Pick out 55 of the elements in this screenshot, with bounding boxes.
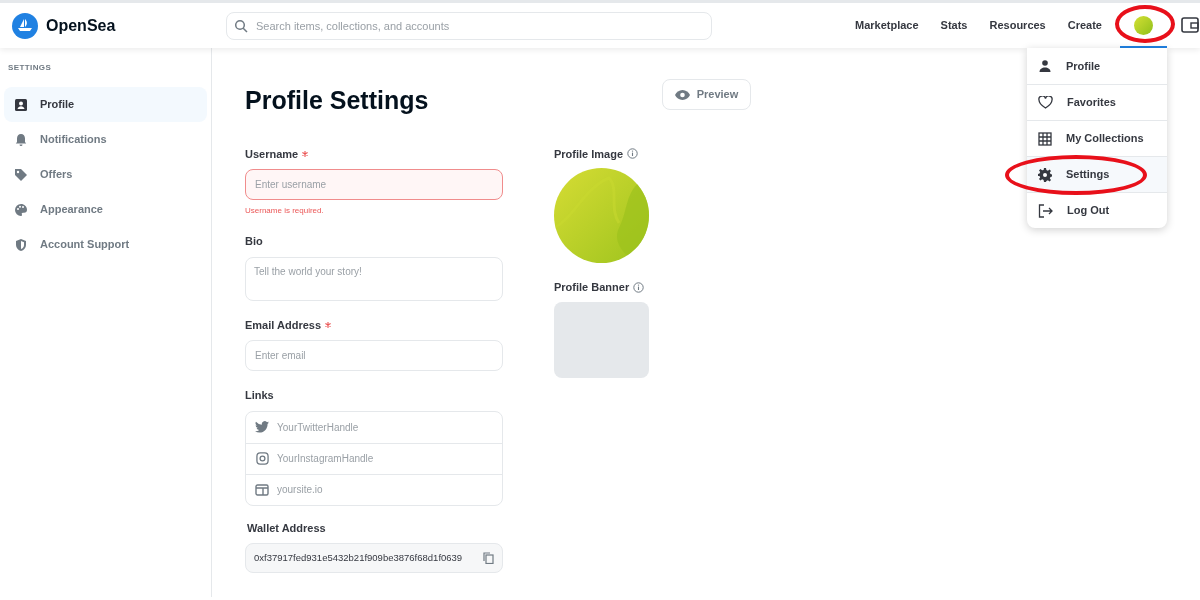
email-field[interactable]: Enter email [245,340,503,371]
menu-item[interactable]: Favorites [1027,84,1167,120]
link-field[interactable]: YourInstagramHandle [246,443,502,474]
logo-icon[interactable] [12,12,38,39]
sidebar-item[interactable]: Account Support [4,227,207,262]
sidebar-item[interactable]: Appearance [4,192,207,227]
search-field[interactable]: Search items, collections, and accounts [226,11,712,40]
username-field[interactable]: Enter username [245,169,503,200]
links-field-group[interactable]: YourTwitterHandle YourInstagramHandle yoursite.io [245,410,503,506]
field-label: Profile Banner [554,280,630,295]
search-icon [234,18,248,33]
link-field[interactable]: yoursite.io [246,474,502,505]
logout-icon [1038,203,1053,218]
avatar-button[interactable] [1134,16,1153,35]
person-icon [1038,59,1052,73]
field-label: Username [245,146,299,162]
logo-text[interactable]: OpenSea [46,13,116,38]
bird-icon [255,421,269,433]
tag-icon [14,167,28,182]
bell-icon [14,132,28,147]
nav-link[interactable]: Create [1067,17,1102,34]
sidebar-item[interactable]: Notifications [4,122,207,157]
field-label: Links [245,388,274,403]
heart-icon [1038,96,1053,109]
menu-item[interactable]: Profile [1027,48,1167,84]
page-title: Profile Settings [245,85,430,116]
camera-icon [255,452,269,465]
preview-button[interactable]: Preview [662,79,751,110]
sidebar-item[interactable]: Offers [4,157,207,192]
menu-item[interactable]: Log Out [1027,192,1167,228]
error-message: Username is required. [245,205,325,217]
browser-icon [255,483,269,496]
field-label: Bio [245,234,263,249]
info-icon[interactable] [627,148,639,160]
field-label: Wallet Address [247,520,326,536]
eye-icon [674,89,690,100]
link-field[interactable]: YourTwitterHandle [246,411,502,443]
field-label: Profile Image [554,146,624,162]
field-label: Email Address [245,317,321,333]
shield-icon [14,237,28,252]
info-icon[interactable] [633,281,645,293]
wallet-address-field: 0xf37917fed931e5432b21f909be3876f68d1f0639 [245,543,503,573]
sidebar-heading: SETTINGS [7,62,53,74]
nav-link[interactable]: Stats [940,17,968,34]
nav-link[interactable]: Resources [989,17,1046,34]
nav-link[interactable]: Marketplace [855,17,919,34]
profile-image[interactable] [554,168,649,263]
bio-field[interactable]: Tell the world your story! [245,256,503,301]
palette-icon [14,202,28,217]
settings-icon [1038,167,1052,182]
sidebar-item[interactable]: Profile [4,87,207,122]
profile-card-icon [14,97,28,112]
wallet-icon[interactable] [1181,16,1199,34]
copy-icon[interactable] [483,552,494,564]
grid-icon [1038,131,1052,146]
